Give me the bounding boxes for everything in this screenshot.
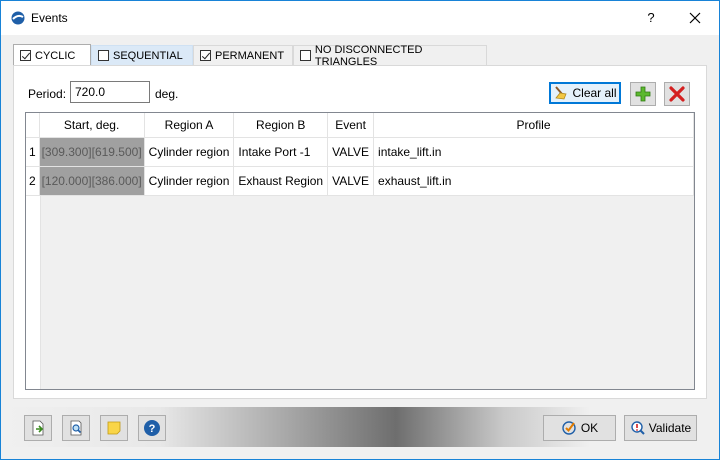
events-table: Start, deg. Region A Region B Event Prof… (25, 112, 695, 390)
ok-label: OK (580, 421, 599, 435)
clear-all-button[interactable]: Clear all (549, 82, 621, 104)
column-header-start[interactable]: Start, deg. (39, 113, 145, 138)
cell-region-b[interactable]: Exhaust Region (233, 166, 329, 196)
period-label: Period: (28, 87, 67, 101)
cell-profile[interactable]: exhaust_lift.in (373, 166, 694, 196)
period-input[interactable] (70, 81, 150, 103)
tab-label: CYCLIC (35, 49, 76, 62)
title-bar: Events ? (1, 1, 719, 35)
validate-magnifier-icon (631, 421, 645, 435)
column-header-profile[interactable]: Profile (373, 113, 694, 138)
close-button[interactable] (681, 5, 709, 31)
window-title: Events (31, 11, 68, 25)
preview-button[interactable] (62, 415, 90, 441)
tab-label: SEQUENTIAL (113, 49, 183, 62)
export-button[interactable] (24, 415, 52, 441)
events-window: Events ? CYCLIC SEQUENTIAL PERMANENT NO … (0, 0, 720, 460)
svg-text:?: ? (149, 423, 156, 435)
table-corner (26, 113, 40, 138)
period-unit: deg. (155, 87, 179, 101)
check-icon (562, 421, 576, 435)
cell-start[interactable]: [120.000][386.000] (39, 166, 145, 196)
row-header-strip (26, 196, 41, 389)
clear-all-label: Clear all (572, 86, 617, 100)
ok-button[interactable]: OK (543, 415, 616, 441)
column-header-region-b[interactable]: Region B (233, 113, 329, 138)
cell-region-a[interactable]: Cylinder region (144, 166, 235, 196)
help-button[interactable]: ? (138, 415, 166, 441)
tab-sequential[interactable]: SEQUENTIAL (91, 45, 193, 65)
tab-permanent[interactable]: PERMANENT (193, 45, 293, 65)
validate-button[interactable]: Validate (624, 415, 697, 441)
validate-label: Validate (648, 421, 692, 435)
sticky-note-icon (107, 421, 121, 435)
cell-start[interactable]: [309.300][619.500] (39, 137, 145, 167)
cell-region-a[interactable]: Cylinder region (144, 137, 235, 167)
delete-event-button[interactable] (664, 82, 690, 106)
plus-icon (635, 86, 651, 102)
add-event-button[interactable] (630, 82, 656, 106)
tab-label: NO DISCONNECTED TRIANGLES (314, 43, 423, 68)
cell-region-b[interactable]: Intake Port -1 (233, 137, 329, 167)
help-title-button[interactable]: ? (637, 5, 665, 31)
tab-no-disconnected-triangles[interactable]: NO DISCONNECTED TRIANGLES (293, 43, 487, 68)
column-header-event[interactable]: Event (327, 113, 375, 138)
table-header-row: Start, deg. Region A Region B Event Prof… (26, 113, 694, 138)
cyclic-checkbox[interactable] (20, 50, 31, 61)
delete-x-icon (669, 86, 685, 102)
row-number[interactable]: 2 (26, 166, 40, 196)
broom-icon (555, 86, 568, 100)
notes-button[interactable] (100, 415, 128, 441)
app-logo-icon (11, 11, 25, 25)
column-header-region-a[interactable]: Region A (144, 113, 235, 138)
close-icon (689, 12, 701, 24)
table-row[interactable]: 1 [309.300][619.500] Cylinder region Int… (26, 137, 694, 167)
row-number[interactable]: 1 (26, 137, 40, 167)
help-icon: ? (144, 420, 160, 436)
permanent-checkbox[interactable] (200, 50, 211, 61)
export-document-icon (32, 420, 44, 436)
cell-profile[interactable]: intake_lift.in (373, 137, 694, 167)
bottom-bar: ? OK Validate (1, 407, 719, 447)
sequential-checkbox[interactable] (98, 50, 109, 61)
tab-label: PERMANENT (215, 49, 285, 62)
no-disconnected-triangles-checkbox[interactable] (300, 50, 311, 61)
tab-cyclic[interactable]: CYCLIC (13, 44, 91, 66)
cell-event[interactable]: VALVE (327, 137, 375, 167)
table-row[interactable]: 2 [120.000][386.000] Cylinder region Exh… (26, 166, 694, 196)
document-search-icon (70, 420, 82, 436)
cell-event[interactable]: VALVE (327, 166, 375, 196)
cyclic-panel: Period: deg. Clear all Start, deg (13, 65, 707, 399)
